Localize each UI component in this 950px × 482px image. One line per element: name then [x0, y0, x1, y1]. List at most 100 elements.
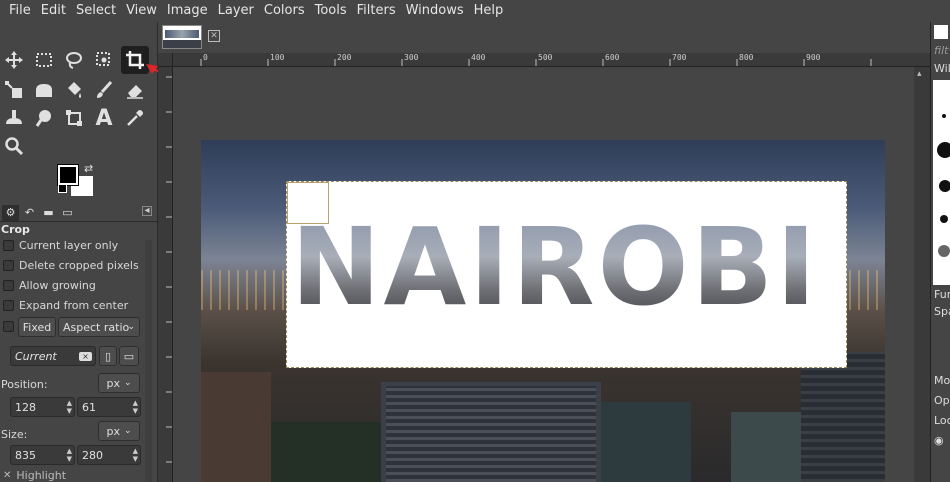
ruler-label: 800 [739, 53, 754, 62]
checkbox-label: Expand from center [19, 299, 129, 312]
dock-label: Spa [934, 305, 950, 318]
spin-icon[interactable]: ▲ ▼ [67, 447, 72, 463]
ruler-top[interactable]: 0 100 200 300 400 500 600 700 800 900 [173, 53, 930, 67]
fixed-label[interactable]: Fixed [18, 317, 56, 337]
ruler-label: 600 [605, 53, 620, 62]
color-picker-icon[interactable] [121, 104, 149, 132]
move-icon[interactable] [0, 46, 28, 74]
position-unit-select[interactable]: px ⌄ [98, 373, 140, 393]
transform-icon[interactable] [0, 76, 28, 104]
position-y-field[interactable]: 61 ▲ ▼ [77, 397, 141, 417]
eye-icon[interactable]: ◉ [934, 434, 944, 447]
warp-icon[interactable] [30, 76, 58, 104]
portrait-icon[interactable]: ▯ [99, 346, 117, 366]
close-icon[interactable]: ✕ [208, 30, 220, 42]
default-colors-icon[interactable] [58, 184, 67, 193]
fixed-mode-select[interactable]: Aspect ratio ⌄ [58, 317, 140, 337]
fixed-checkbox[interactable] [3, 321, 14, 332]
spin-icon[interactable]: ▲ ▼ [67, 399, 72, 415]
tool-options-scrollbar[interactable] [145, 240, 152, 482]
size-unit-select[interactable]: px ⌄ [98, 421, 140, 441]
tool-options-panel: Crop Current layer only Delete cropped p… [0, 223, 144, 482]
allow-growing-checkbox[interactable]: Allow growing [3, 279, 96, 292]
fixed-mode-value: Aspect ratio [63, 320, 130, 334]
menu-help[interactable]: Help [469, 0, 509, 22]
spin-icon[interactable]: ▲ ▼ [133, 447, 138, 463]
size-height-field[interactable]: 280 ▲ ▼ [77, 445, 141, 465]
text-icon[interactable]: A [90, 104, 118, 132]
spin-icon[interactable]: ▲ ▼ [133, 399, 138, 415]
menu-edit[interactable]: Edit [36, 0, 71, 22]
checkbox-label: Highlight [16, 469, 67, 482]
scroll-up-icon[interactable]: ▴ [917, 69, 922, 79]
dock-label: Mo [934, 374, 950, 387]
ruler-corner[interactable] [158, 53, 173, 67]
dock-label: Fur [934, 288, 950, 301]
image-thumbnail[interactable] [162, 25, 202, 49]
menu-image[interactable]: Image [162, 0, 213, 22]
size-height-value: 280 [82, 448, 103, 462]
ruler-label: 700 [672, 53, 687, 62]
devices-tab-icon[interactable]: ▭ [59, 205, 76, 221]
right-dock: filt Wild Fur Spa Mo Opa Loc ◉ [930, 22, 950, 482]
chevron-down-icon: ⌄ [123, 378, 132, 388]
checkbox[interactable] [3, 280, 14, 291]
foreground-color[interactable] [57, 164, 79, 186]
delete-cropped-checkbox[interactable]: Delete cropped pixels [3, 259, 139, 272]
text-layer[interactable]: NAIROBI [286, 181, 847, 368]
checkbox[interactable] [3, 240, 14, 251]
position-x-field[interactable]: 128 ▲ ▼ [10, 397, 75, 417]
fuzzy-select-icon[interactable] [90, 46, 118, 74]
current-layer-only-checkbox[interactable]: Current layer only [3, 239, 118, 252]
size-unit: px [106, 424, 120, 438]
undo-history-tab-icon[interactable]: ↶ [21, 205, 38, 221]
brush-name: Wild [934, 62, 950, 75]
ruler-left[interactable] [158, 67, 173, 482]
clone-icon[interactable] [0, 104, 28, 132]
chevron-down-icon: ⌄ [123, 426, 132, 436]
brush-filter-input[interactable]: filt [934, 44, 948, 57]
free-select-icon[interactable] [60, 46, 88, 74]
paintbrush-icon[interactable] [90, 76, 118, 104]
aspect-value-field[interactable]: Current × [10, 346, 96, 366]
ruler-label: 400 [471, 53, 486, 62]
checkbox-label: Allow growing [19, 279, 96, 292]
menu-select[interactable]: Select [71, 0, 121, 22]
checkbox-label: Delete cropped pixels [19, 259, 139, 272]
zoom-icon[interactable] [0, 132, 28, 160]
ruler-label: 300 [404, 53, 419, 62]
ruler-ticks [166, 76, 172, 463]
menu-layer[interactable]: Layer [213, 0, 259, 22]
landscape-icon[interactable]: ▭ [119, 346, 139, 366]
position-label: Position: [1, 378, 48, 391]
toolbox: A ⇄ ⚙ ↶ ▬ ▭ ◂ Crop Current layer only De… [0, 22, 158, 482]
checkbox[interactable] [3, 260, 14, 271]
canvas-vertical-scrollbar[interactable]: ▴ [914, 67, 930, 482]
image-canvas[interactable]: NAIROBI [173, 67, 914, 482]
position-unit: px [106, 376, 120, 390]
highlight-checkbox[interactable]: ✕ Highlight [3, 469, 66, 482]
fg-bg-colors[interactable]: ⇄ [57, 162, 98, 196]
clear-icon[interactable]: × [79, 351, 92, 361]
tool-options-tab-icon[interactable]: ⚙ [2, 204, 19, 221]
menu-view[interactable]: View [121, 0, 162, 22]
size-width-field[interactable]: 835 ▲ ▼ [10, 445, 75, 465]
checkbox[interactable] [3, 300, 14, 311]
menu-filters[interactable]: Filters [352, 0, 401, 22]
expand-from-center-checkbox[interactable]: Expand from center [3, 299, 128, 312]
bucket-fill-icon[interactable] [60, 76, 88, 104]
rect-select-icon[interactable] [30, 46, 58, 74]
menu-windows[interactable]: Windows [401, 0, 469, 22]
menu-file[interactable]: File [4, 0, 36, 22]
brush-preview[interactable] [934, 25, 948, 39]
menu-colors[interactable]: Colors [259, 0, 310, 22]
smudge-icon[interactable] [30, 104, 58, 132]
size-label: Size: [1, 428, 28, 441]
dock-menu-icon[interactable]: ◂ [142, 206, 152, 216]
brush-grid[interactable] [933, 80, 950, 285]
swap-colors-icon[interactable]: ⇄ [84, 162, 93, 175]
images-tab-icon[interactable]: ▬ [40, 205, 57, 221]
menu-tools[interactable]: Tools [310, 0, 352, 22]
checkbox[interactable] [3, 321, 14, 332]
paths-icon[interactable] [60, 104, 88, 132]
